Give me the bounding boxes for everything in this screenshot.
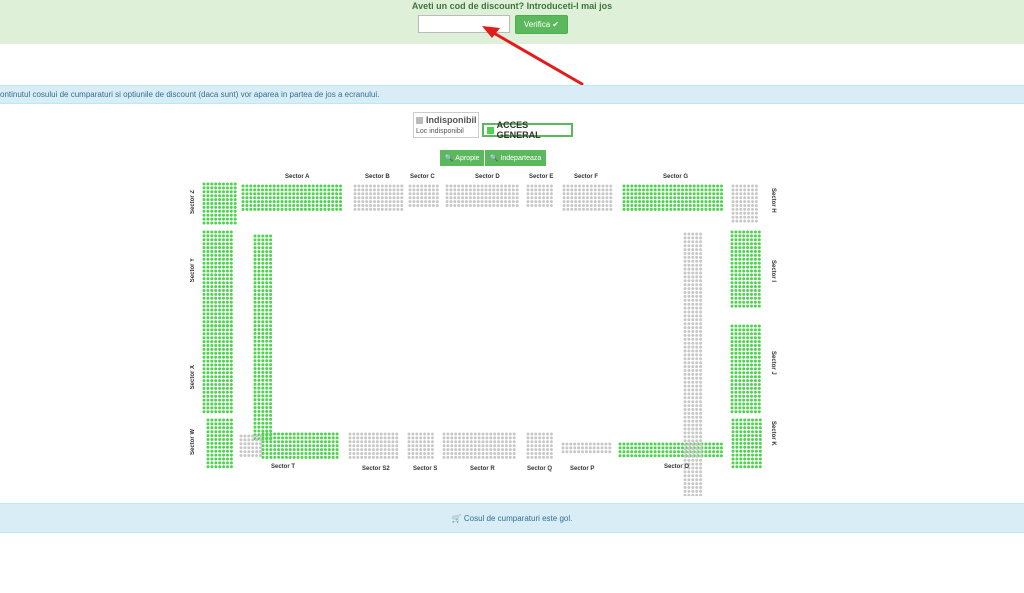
sector-x-seats[interactable] (202, 324, 233, 414)
zoom-out-icon: 🔍 (489, 155, 499, 162)
sector-h-seats[interactable] (731, 184, 758, 223)
sector-p-seats[interactable] (561, 442, 612, 454)
zoom-out-label: Indeparteaza (500, 154, 542, 162)
sector-s-label: Sector S (413, 466, 438, 472)
sector-a-label: Sector A (285, 174, 310, 180)
sector-j-seats[interactable] (730, 324, 761, 414)
info-text: ontinutul cosului de cumparaturi si opti… (0, 90, 380, 99)
sector-w-seats[interactable] (206, 418, 233, 469)
sector-x-label: Sector X (190, 365, 196, 390)
red-arrow-annotation (482, 26, 584, 86)
general-access-legend[interactable]: ACCES GENERAL (482, 120, 573, 140)
sector-z-seats[interactable] (202, 182, 237, 225)
sector-e-seats[interactable] (526, 184, 553, 208)
cart-bar: 🛒 Cosul de cumparaturi este gol. (0, 503, 1024, 533)
sector-s2-label: Sector S2 (362, 466, 390, 472)
cart-icon: 🛒 (451, 514, 464, 523)
sector-c-seats[interactable] (408, 184, 439, 208)
sector-b-seats[interactable] (353, 184, 404, 211)
sector-i-inner-seats[interactable] (683, 232, 703, 544)
info-bar: ontinutul cosului de cumparaturi si opti… (0, 85, 1024, 104)
zoom-in-icon: 🔍 (444, 155, 454, 162)
general-access-label: ACCES GENERAL (496, 120, 541, 140)
zoom-in-button[interactable]: 🔍 Apropie (440, 150, 484, 166)
sector-g-seats[interactable] (622, 184, 724, 211)
general-swatch (487, 126, 494, 134)
legend-unavailable: Indisponibil Loc indisponibil (413, 112, 479, 138)
sector-d-seats[interactable] (445, 184, 519, 208)
sector-y-outer-seats[interactable] (202, 230, 233, 328)
sector-r-seats[interactable] (442, 432, 516, 459)
sector-y-label: Sector Y (190, 258, 196, 283)
discount-prompt: Aveti un cod de discount? Introduceti-l … (411, 1, 613, 11)
seat-map-svg (202, 182, 762, 544)
cart-status: 🛒 Cosul de cumparaturi este gol. (0, 514, 1024, 523)
unavailable-sub: Loc indisponibil (416, 128, 464, 135)
sector-y-inner-seats[interactable] (253, 234, 273, 441)
seat-map: Sector A Sector B Sector C Sector D Sect… (177, 168, 811, 544)
unavailable-swatch (416, 116, 423, 124)
unavailable-label: Indisponibil (426, 115, 477, 125)
sector-k-seats[interactable] (731, 418, 762, 469)
sector-p-label: Sector P (570, 466, 595, 472)
sector-i-seats[interactable] (730, 230, 761, 308)
sector-t-label: Sector T (271, 464, 296, 470)
sector-r-label: Sector R (470, 466, 495, 472)
sector-t-seats[interactable] (261, 432, 339, 459)
sector-k-label: Sector K (770, 421, 776, 446)
sector-d-label: Sector D (475, 174, 500, 180)
sector-f-seats[interactable] (562, 184, 613, 211)
zoom-out-button[interactable]: 🔍 Indeparteaza (485, 150, 546, 166)
sector-h-label: Sector H (770, 188, 776, 213)
sector-q-label: Sector Q (527, 466, 553, 472)
sector-e-label: Sector E (529, 174, 554, 180)
sector-c-label: Sector C (410, 174, 435, 180)
cart-empty-text: Cosul de cumparaturi este gol. (463, 514, 573, 523)
sector-f-label: Sector F (574, 174, 599, 180)
zoom-in-label: Apropie (455, 154, 480, 162)
sector-a-seats[interactable] (241, 184, 343, 211)
sector-o-seats[interactable] (618, 442, 723, 458)
sector-b-label: Sector B (365, 174, 390, 180)
sector-i-label: Sector I (770, 260, 776, 283)
sector-w-label: Sector W (190, 429, 196, 456)
sector-o-label: Sector O (664, 464, 690, 470)
sector-s2-seats[interactable] (348, 432, 399, 459)
sector-g-label: Sector G (663, 174, 689, 180)
sector-z-label: Sector Z (190, 190, 196, 215)
sector-j-label: Sector J (770, 351, 776, 375)
sector-s-seats[interactable] (407, 432, 434, 459)
sector-q-seats[interactable] (526, 432, 553, 459)
